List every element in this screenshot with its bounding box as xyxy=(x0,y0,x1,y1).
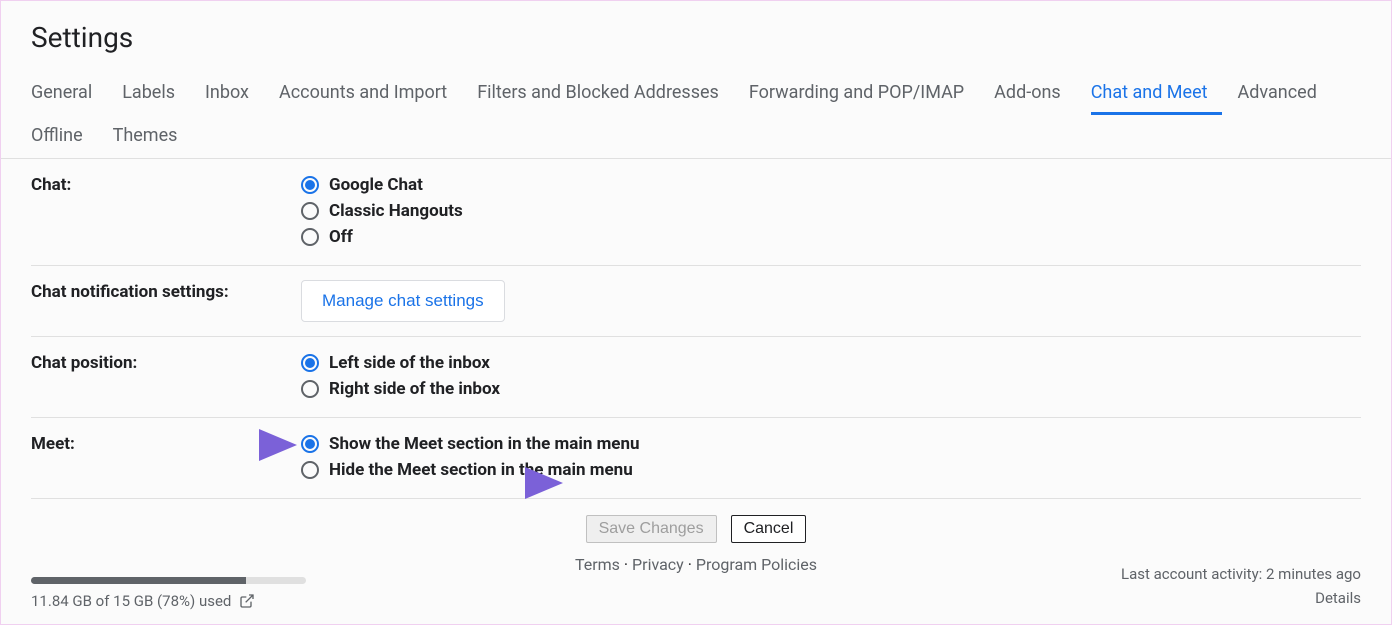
last-activity-text: Last account activity: 2 minutes ago xyxy=(1121,562,1361,586)
tab-offline[interactable]: Offline xyxy=(31,115,97,158)
tab-filters[interactable]: Filters and Blocked Addresses xyxy=(477,72,733,115)
manage-chat-settings-button[interactable]: Manage chat settings xyxy=(301,280,505,322)
details-link[interactable]: Details xyxy=(1315,589,1361,607)
setting-position-label: Chat position: xyxy=(31,351,301,373)
radio-classic-hangouts-label: Classic Hangouts xyxy=(329,199,463,223)
radio-google-chat-label: Google Chat xyxy=(329,173,423,197)
tab-advanced[interactable]: Advanced xyxy=(1238,72,1331,115)
settings-tabs: General Labels Inbox Accounts and Import… xyxy=(1,64,1391,159)
tab-chat-and-meet[interactable]: Chat and Meet xyxy=(1091,72,1222,115)
tab-inbox[interactable]: Inbox xyxy=(205,72,263,115)
radio-position-right[interactable] xyxy=(301,380,319,398)
cancel-button[interactable]: Cancel xyxy=(731,515,807,543)
setting-meet-label: Meet: xyxy=(31,432,301,454)
save-changes-button[interactable]: Save Changes xyxy=(586,515,717,543)
storage-progress-bar xyxy=(31,577,306,584)
radio-meet-hide-label: Hide the Meet section in the main menu xyxy=(329,458,633,482)
open-in-new-icon[interactable] xyxy=(239,593,255,609)
radio-position-left-label: Left side of the inbox xyxy=(329,351,490,375)
radio-meet-show-label: Show the Meet section in the main menu xyxy=(329,432,640,456)
radio-position-right-label: Right side of the inbox xyxy=(329,377,500,401)
tab-general[interactable]: General xyxy=(31,72,106,115)
footer-bar: 11.84 GB of 15 GB (78%) used Last accoun… xyxy=(1,562,1391,610)
tab-labels[interactable]: Labels xyxy=(122,72,189,115)
setting-chat-position: Chat position: Left side of the inbox Ri… xyxy=(31,337,1361,418)
radio-chat-off[interactable] xyxy=(301,228,319,246)
radio-google-chat[interactable] xyxy=(301,176,319,194)
tab-accounts-import[interactable]: Accounts and Import xyxy=(279,72,461,115)
radio-meet-show[interactable] xyxy=(301,435,319,453)
setting-chat-label: Chat: xyxy=(31,173,301,195)
setting-chat: Chat: Google Chat Classic Hangouts Off xyxy=(31,159,1361,266)
radio-meet-hide[interactable] xyxy=(301,461,319,479)
setting-chat-notifications: Chat notification settings: Manage chat … xyxy=(31,266,1361,337)
radio-chat-off-label: Off xyxy=(329,225,353,249)
tab-forwarding[interactable]: Forwarding and POP/IMAP xyxy=(749,72,978,115)
action-buttons: Save Changes Cancel xyxy=(31,499,1361,553)
page-title: Settings xyxy=(1,1,1391,64)
setting-notif-label: Chat notification settings: xyxy=(31,280,301,302)
setting-meet: Meet: Show the Meet section in the main … xyxy=(31,418,1361,499)
storage-usage-text: 11.84 GB of 15 GB (78%) used xyxy=(31,592,231,610)
radio-position-left[interactable] xyxy=(301,354,319,372)
settings-content: Chat: Google Chat Classic Hangouts Off C… xyxy=(1,159,1391,553)
storage-progress-fill xyxy=(31,577,246,584)
tab-themes[interactable]: Themes xyxy=(113,115,192,158)
radio-classic-hangouts[interactable] xyxy=(301,202,319,220)
tab-addons[interactable]: Add-ons xyxy=(994,72,1075,115)
